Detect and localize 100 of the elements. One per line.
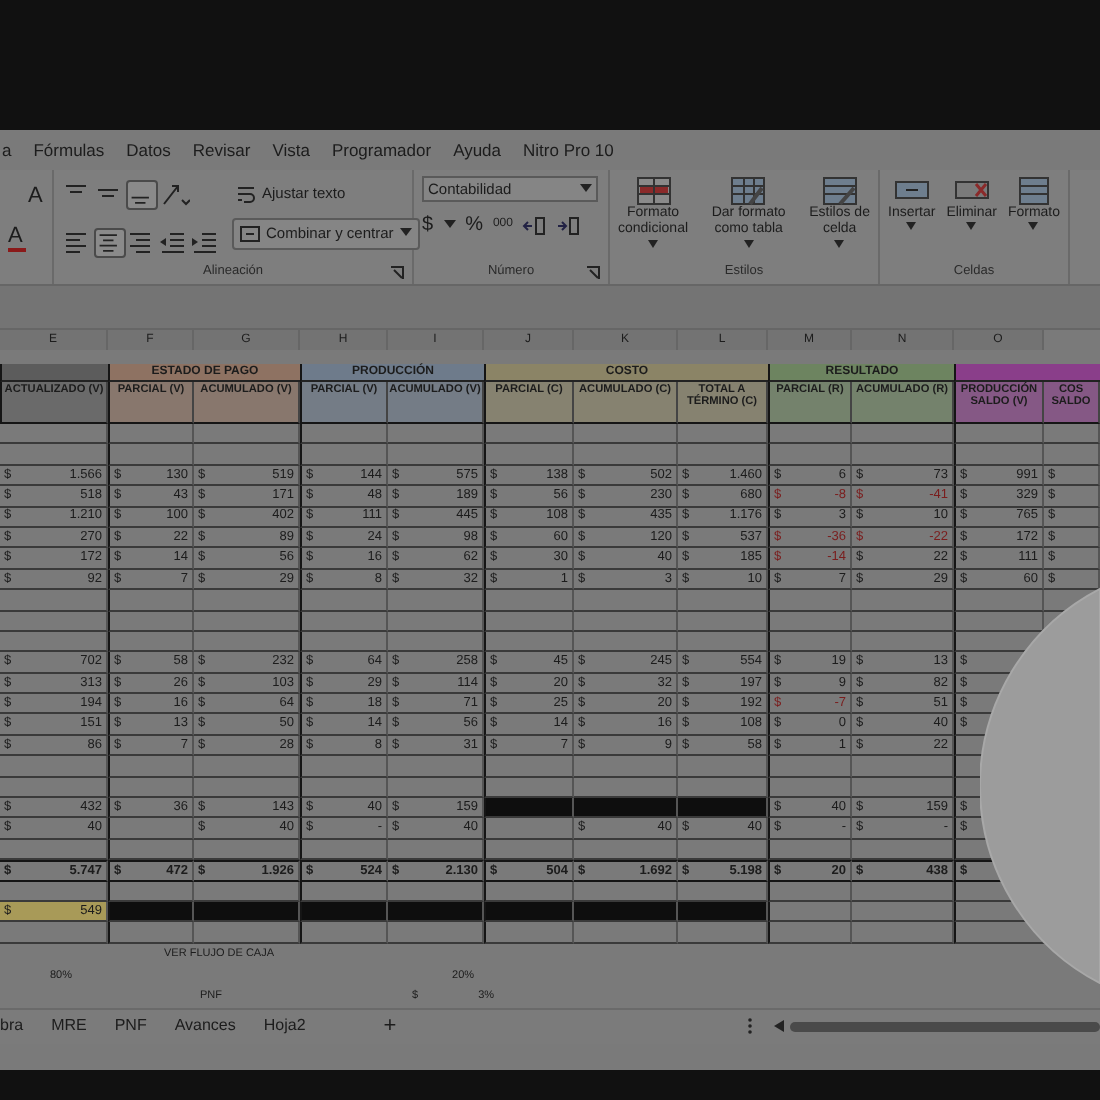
- table-cell: [0, 839, 108, 861]
- table-cell: [300, 631, 388, 653]
- menu-tab[interactable]: Fórmulas: [33, 137, 105, 163]
- menu-tab[interactable]: Programador: [331, 137, 432, 163]
- increase-decimal-icon[interactable]: [522, 215, 547, 235]
- table-cell: [0, 756, 108, 778]
- menu-tab[interactable]: Nitro Pro 10: [523, 137, 614, 163]
- table-cell: [852, 839, 954, 861]
- table-cell: [954, 424, 1044, 445]
- table-cell: [768, 901, 852, 923]
- table-cell: [852, 901, 954, 923]
- menu-tab[interactable]: Revisar: [192, 137, 251, 163]
- text-orientation-icon[interactable]: [158, 180, 190, 210]
- wrap-text-icon: [236, 183, 256, 204]
- table-cell: [300, 777, 388, 799]
- table-cell: [852, 444, 954, 466]
- menu-tab[interactable]: Datos: [126, 137, 171, 163]
- table-cell: [852, 631, 954, 653]
- table-cell: [852, 590, 954, 612]
- table-cell: [574, 424, 678, 445]
- table-cell: [388, 444, 484, 466]
- align-center-icon[interactable]: [94, 227, 126, 258]
- table-cell: [574, 922, 678, 944]
- table-cell: [678, 631, 768, 653]
- table-cell: [388, 631, 484, 653]
- table-cell: [768, 590, 852, 612]
- percent-button[interactable]: %: [465, 210, 483, 240]
- sheet-tab[interactable]: Hoja2: [249, 1008, 320, 1045]
- dialog-launcher-icon[interactable]: [390, 266, 404, 280]
- table-cell: [768, 611, 852, 632]
- table-cell: [194, 444, 300, 466]
- scrollbar-thumb[interactable]: [790, 1021, 1100, 1032]
- table-cell: [852, 424, 954, 445]
- table-cell: [484, 611, 574, 632]
- caret-icon: [906, 222, 917, 231]
- table-cell: [300, 611, 388, 632]
- table-cell: [852, 777, 954, 799]
- decrease-decimal-icon[interactable]: [556, 215, 581, 235]
- table-cell: [484, 631, 574, 653]
- add-sheet-button[interactable]: +: [383, 1010, 397, 1044]
- table-cell: [0, 424, 108, 445]
- table-cell: [108, 777, 194, 799]
- dialog-launcher-icon[interactable]: [586, 266, 600, 280]
- caret-icon[interactable]: [443, 220, 456, 230]
- table-cell: [0, 444, 108, 466]
- sheet-tab[interactable]: bra: [0, 1008, 38, 1045]
- table-cell: [194, 922, 300, 944]
- currency-button[interactable]: $: [422, 210, 434, 240]
- caret-icon: [743, 239, 754, 248]
- table-cell: [108, 631, 194, 653]
- table-cell: [678, 424, 768, 445]
- table-cell: [0, 922, 108, 944]
- table-cell: [768, 881, 852, 902]
- align-bottom-icon[interactable]: [126, 180, 158, 210]
- format-cells-icon: [1015, 176, 1052, 206]
- menu-tab[interactable]: Ayuda: [453, 137, 502, 163]
- more-options-icon[interactable]: [746, 1016, 754, 1037]
- table-cell: [484, 590, 574, 612]
- table-cell: [194, 424, 300, 445]
- caret-icon: [834, 239, 845, 248]
- menu-tab[interactable]: Vista: [272, 137, 310, 163]
- table-cell: [484, 818, 574, 840]
- table-cell: [484, 839, 574, 861]
- table-cell: [678, 922, 768, 944]
- cell-styles-icon: [821, 176, 858, 206]
- font-color-button[interactable]: A: [8, 226, 26, 253]
- increase-indent-icon[interactable]: [190, 227, 222, 258]
- sheet-tab[interactable]: Avances: [160, 1008, 250, 1045]
- table-cell: [852, 611, 954, 632]
- table-cell: [108, 424, 194, 445]
- menu-tab[interactable]: a: [2, 137, 12, 163]
- table-cell: [574, 444, 678, 466]
- table-cell: [388, 756, 484, 778]
- decrease-indent-icon[interactable]: [158, 227, 190, 258]
- table-cell: [0, 611, 108, 632]
- table-cell: [484, 424, 574, 445]
- table-cell: [300, 444, 388, 466]
- table-cell: [194, 631, 300, 653]
- table-cell: [678, 590, 768, 612]
- table-cell: [574, 631, 678, 653]
- format-table-icon: [730, 176, 767, 206]
- table-cell: [574, 756, 678, 778]
- sheet-tab[interactable]: PNF: [100, 1008, 161, 1045]
- table-cell: [678, 444, 768, 466]
- table-cell: [388, 424, 484, 445]
- font-grow-button[interactable]: A: [28, 185, 44, 208]
- sheet-tab[interactable]: MRE: [37, 1008, 101, 1045]
- table-cell: [108, 611, 194, 632]
- caret-icon: [580, 184, 592, 194]
- table-cell: [768, 922, 852, 944]
- table-cell: [678, 756, 768, 778]
- table-cell: [852, 756, 954, 778]
- table-cell: [852, 922, 954, 944]
- table-cell: [194, 756, 300, 778]
- table-cell: [852, 881, 954, 902]
- table-cell: [0, 777, 108, 799]
- table-cell: [300, 839, 388, 861]
- table-cell: [194, 839, 300, 861]
- table-cell: [484, 756, 574, 778]
- scroll-left-icon[interactable]: [774, 1020, 786, 1033]
